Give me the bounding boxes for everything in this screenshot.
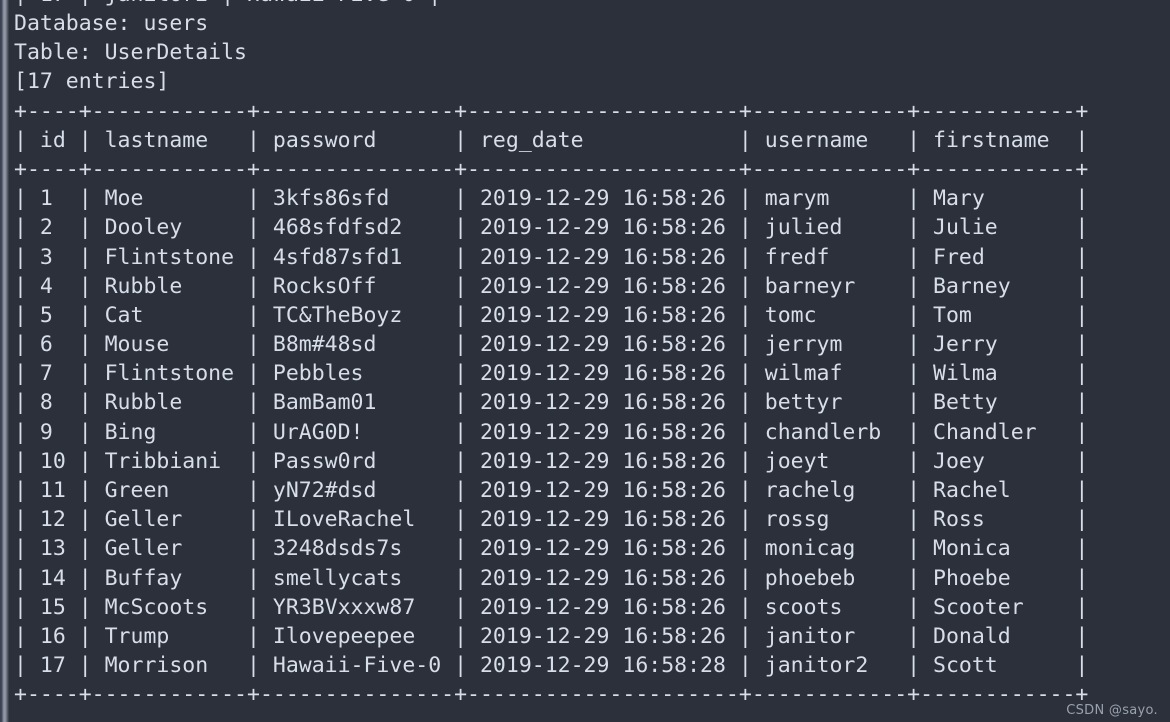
csdn-watermark: CSDN @sayo. [1066, 703, 1158, 718]
table-row: | 17 | Morrison | Hawaii-Five-0 | 2019-1… [14, 653, 1089, 679]
table-row: | 12 | Geller | ILoveRachel | 2019-12-29… [14, 507, 1089, 533]
table-row: | 5 | Cat | TC&TheBoyz | 2019-12-29 16:5… [14, 302, 1089, 328]
table-row: | 3 | Flintstone | 4sfd87sfd1 | 2019-12-… [14, 244, 1089, 270]
clipped-line-text: | 17 | janitor2 | Hawaii-Five-0 | [14, 0, 441, 9]
table-row: | 8 | Rubble | BamBam01 | 2019-12-29 16:… [14, 390, 1089, 416]
table-row: | 1 | Moe | 3kfs86sfd | 2019-12-29 16:58… [14, 186, 1089, 212]
table-row: | 14 | Buffay | smellycats | 2019-12-29 … [14, 565, 1089, 591]
table-separator-top: +----+------------+---------------+-----… [14, 98, 1089, 124]
clipped-previous-output-line: | 17 | janitor2 | Hawaii-Five-0 | [9, 0, 1170, 9]
table-row: | 2 | Dooley | 468sfdfsd2 | 2019-12-29 1… [14, 215, 1089, 241]
table-row: | 6 | Mouse | B8m#48sd | 2019-12-29 16:5… [14, 332, 1089, 358]
table-row: | 13 | Geller | 3248dsds7s | 2019-12-29 … [14, 536, 1089, 562]
table-row: | 7 | Flintstone | Pebbles | 2019-12-29 … [14, 361, 1089, 387]
adjacent-window-edge-sliver [0, 0, 9, 722]
table-row: | 9 | Bing | UrAG0D! | 2019-12-29 16:58:… [14, 419, 1089, 445]
table-header-row: | id | lastname | password | reg_date | … [14, 127, 1089, 153]
table-row: | 10 | Tribbiani | Passw0rd | 2019-12-29… [14, 448, 1089, 474]
table-separator-header: +----+------------+---------------+-----… [14, 156, 1089, 182]
database-line: Database: users [14, 11, 209, 36]
table-row: | 16 | Trump | Ilovepeepee | 2019-12-29 … [14, 623, 1089, 649]
table-row: | 15 | McScoots | YR3BVxxxw87 | 2019-12-… [14, 594, 1089, 620]
terminal-output-pane[interactable]: | 17 | janitor2 | Hawaii-Five-0 | Databa… [9, 0, 1170, 722]
table-row: | 4 | Rubble | RocksOff | 2019-12-29 16:… [14, 273, 1089, 299]
table-separator-bottom: +----+------------+---------------+-----… [14, 682, 1089, 708]
table-row: | 11 | Green | yN72#dsd | 2019-12-29 16:… [14, 478, 1089, 503]
entries-count-line: [17 entries] [14, 69, 170, 95]
table-line: Table: UserDetails [14, 40, 247, 66]
